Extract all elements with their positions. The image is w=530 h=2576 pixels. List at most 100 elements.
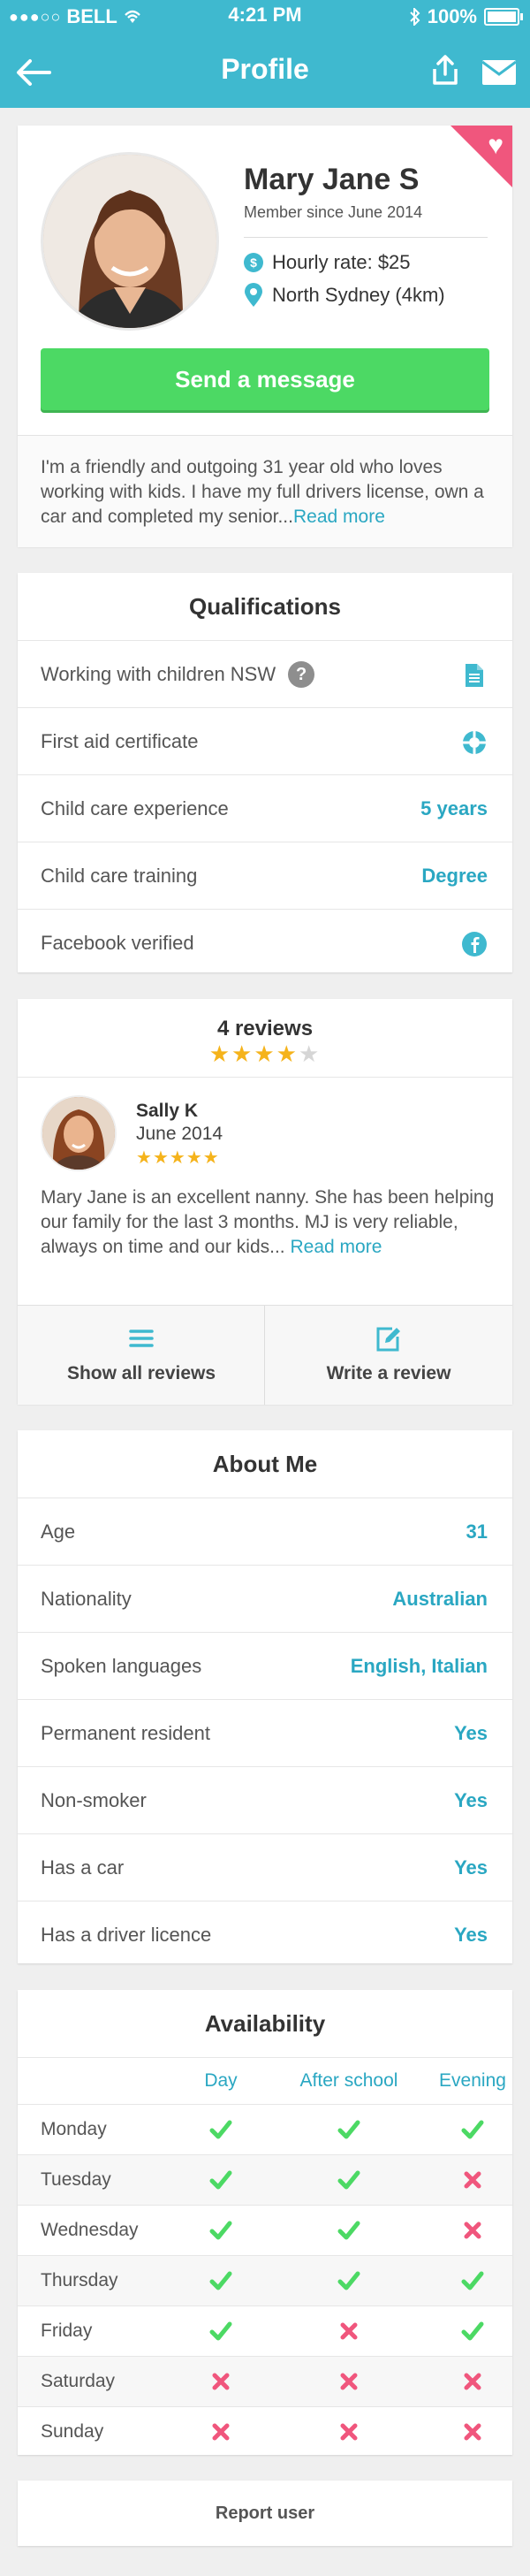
profile-name: Mary Jane S (244, 163, 420, 196)
about-row: Nationality Australian (18, 1565, 512, 1632)
check-icon (159, 2256, 283, 2305)
qualification-row: Facebook verified (18, 909, 512, 976)
about-label: Non-smoker (41, 1789, 147, 1811)
about-value: Yes (454, 1722, 488, 1744)
qualification-label: Child care training (41, 865, 198, 887)
review-actions: Show all reviews Write a review (18, 1305, 512, 1405)
column-header-day: Day (204, 2070, 238, 2091)
reviews-card: 4 reviews ★★★★★ Sally K June 2014 ★★★★★ … (18, 999, 512, 1405)
profile-divider (244, 237, 488, 238)
about-row: Non-smoker Yes (18, 1766, 512, 1833)
location-pin-icon (245, 283, 262, 307)
column-header-evening: Evening (439, 2070, 506, 2091)
star-icon: ★ (186, 1148, 203, 1168)
availability-row: Friday (18, 2305, 512, 2356)
facebook-icon (462, 932, 487, 956)
star-icon: ★ (276, 1040, 299, 1067)
hourly-rate: $ Hourly rate: $25 (244, 251, 411, 274)
star-icon: ★ (254, 1040, 276, 1067)
availability-row: Saturday (18, 2356, 512, 2406)
check-icon (287, 2155, 411, 2205)
overall-rating: ★★★★★ (18, 1041, 512, 1066)
star-icon: ★ (136, 1148, 153, 1168)
qualification-row: Child care experience 5 years (18, 774, 512, 842)
write-review-button[interactable]: Write a review (265, 1306, 512, 1405)
profile-photo (41, 152, 219, 331)
about-value: 31 (466, 1520, 488, 1543)
check-icon (287, 2105, 411, 2154)
help-icon[interactable]: ? (288, 660, 315, 688)
about-value: Australian (392, 1588, 488, 1610)
check-icon (287, 2256, 411, 2305)
availability-day: Tuesday (41, 2169, 111, 2190)
send-message-button[interactable]: Send a message (41, 348, 489, 410)
about-value: Yes (454, 1924, 488, 1946)
status-bar: ●●●○○ BELL 4:21 PM 100% (0, 0, 530, 34)
show-all-reviews-label: Show all reviews (66, 1363, 216, 1383)
qualification-label: Facebook verified (41, 932, 194, 954)
report-user-button[interactable]: Report user (18, 2481, 512, 2546)
reviews-count: 4 reviews (216, 1017, 314, 1040)
heart-icon[interactable]: ♥ (488, 133, 504, 159)
star-icon: ★ (202, 1148, 220, 1168)
availability-header: Day After school Evening (18, 2057, 512, 2104)
column-header-after-school: After school (299, 2070, 398, 2091)
about-title: About Me (212, 1451, 318, 1477)
battery-percent: 100% (427, 5, 477, 27)
star-icon: ★ (169, 1148, 186, 1168)
share-icon[interactable] (428, 53, 463, 88)
review-date: June 2014 (136, 1124, 223, 1144)
cross-icon (287, 2357, 411, 2406)
reviews-header: 4 reviews ★★★★★ (18, 999, 512, 1078)
reviewer-name: Sally K (136, 1101, 199, 1121)
battery-icon (484, 8, 523, 26)
about-value: Yes (454, 1789, 488, 1811)
qualification-row: First aid certificate (18, 707, 512, 774)
cross-icon (411, 2357, 530, 2406)
star-icon: ★ (152, 1148, 170, 1168)
availability-row: Wednesday (18, 2205, 512, 2255)
check-icon (411, 2306, 530, 2356)
availability-row: Thursday (18, 2255, 512, 2305)
qualification-value: Degree (421, 865, 488, 887)
mail-icon[interactable] (481, 58, 518, 87)
about-label: Age (41, 1520, 76, 1543)
about-card: About Me Age 31 Nationality Australian S… (18, 1430, 512, 1963)
availability-day: Friday (41, 2321, 93, 2341)
cross-icon (411, 2407, 530, 2457)
star-icon: ★ (231, 1040, 254, 1067)
qualification-label: Working with children NSW (41, 663, 276, 685)
qualification-value: 5 years (420, 797, 488, 819)
write-review-label: Write a review (326, 1363, 451, 1383)
availability-row: Tuesday (18, 2154, 512, 2205)
availability-title: Availability (204, 2010, 326, 2037)
document-icon (466, 664, 483, 687)
availability-day: Monday (41, 2119, 107, 2139)
check-icon (159, 2105, 283, 2154)
show-all-reviews-button[interactable]: Show all reviews (18, 1306, 265, 1405)
availability-day: Thursday (41, 2270, 118, 2290)
header-bar: ●●●○○ BELL 4:21 PM 100% Profile (0, 0, 530, 108)
review-text: Mary Jane is an excellent nanny. She has… (41, 1185, 495, 1260)
qualification-label: First aid certificate (41, 730, 199, 752)
about-row: Has a car Yes (18, 1833, 512, 1901)
member-since: Member since June 2014 (244, 203, 423, 221)
bio-read-more-link[interactable]: Read more (293, 507, 385, 527)
review-read-more-link[interactable]: Read more (290, 1237, 382, 1257)
location-text: North Sydney (4km) (272, 284, 445, 306)
availability-day: Saturday (41, 2371, 116, 2391)
about-row: Spoken languages English, Italian (18, 1632, 512, 1699)
star-icon: ★ (208, 1040, 232, 1067)
qualifications-title: Qualifications (189, 593, 341, 620)
about-row: Age 31 (18, 1498, 512, 1565)
about-label: Has a car (41, 1856, 125, 1879)
nav-bar: Profile (0, 44, 530, 97)
profile-card: ♥ Mary Jane S Member since June 2014 $ H… (18, 126, 512, 547)
review-rating: ★★★★★ (136, 1147, 220, 1169)
qualifications-card: Qualifications Working with children NSW… (18, 573, 512, 972)
cross-icon (411, 2206, 530, 2255)
cross-icon (287, 2407, 411, 2457)
cross-icon (411, 2155, 530, 2205)
bio-body: I'm a friendly and outgoing 31 year old … (41, 457, 484, 527)
check-icon (159, 2155, 283, 2205)
